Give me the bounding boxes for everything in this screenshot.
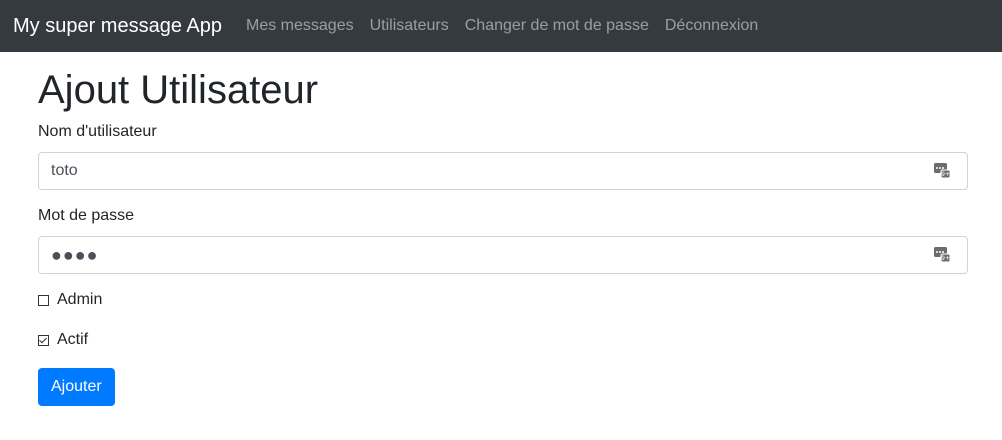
password-input[interactable]: ●●●● [38,236,968,274]
username-label: Nom d'utilisateur [38,123,157,140]
active-check-row: Actif [38,328,968,352]
svg-text:9+: 9+ [941,171,950,178]
svg-text:9+: 9+ [941,255,950,262]
password-input-wrap: ●●●● 9+ [38,236,968,274]
submit-button[interactable]: Ajouter [38,368,115,406]
active-checkbox[interactable] [38,334,49,346]
main-content: Ajout Utilisateur Nom d'utilisateur toto… [0,66,1002,406]
nav-link-utilisateurs[interactable]: Utilisateurs [370,17,449,35]
username-value: toto [51,162,78,179]
username-input-wrap: toto 9+ [38,152,968,190]
nav-link-changer-mot-de-passe[interactable]: Changer de mot de passe [465,17,649,35]
password-masked-value: ●●●● [51,244,99,265]
navbar: My super message App Mes messages Utilis… [0,0,1002,52]
admin-label[interactable]: Admin [57,291,102,309]
password-group: Mot de passe ●●●● 9+ [38,204,968,274]
nav-link-deconnexion[interactable]: Déconnexion [665,17,758,35]
password-label: Mot de passe [38,207,135,224]
password-manager-icon[interactable]: 9+ [934,162,950,178]
nav-link-mes-messages[interactable]: Mes messages [246,17,354,35]
admin-check-row: Admin [38,288,968,312]
password-manager-icon[interactable]: 9+ [934,246,950,262]
username-group: Nom d'utilisateur toto 9+ [38,120,968,190]
admin-checkbox[interactable] [38,294,49,306]
page-title: Ajout Utilisateur [38,68,319,112]
active-label[interactable]: Actif [57,331,88,349]
navbar-brand[interactable]: My super message App [13,15,222,38]
username-input[interactable]: toto [38,152,968,190]
